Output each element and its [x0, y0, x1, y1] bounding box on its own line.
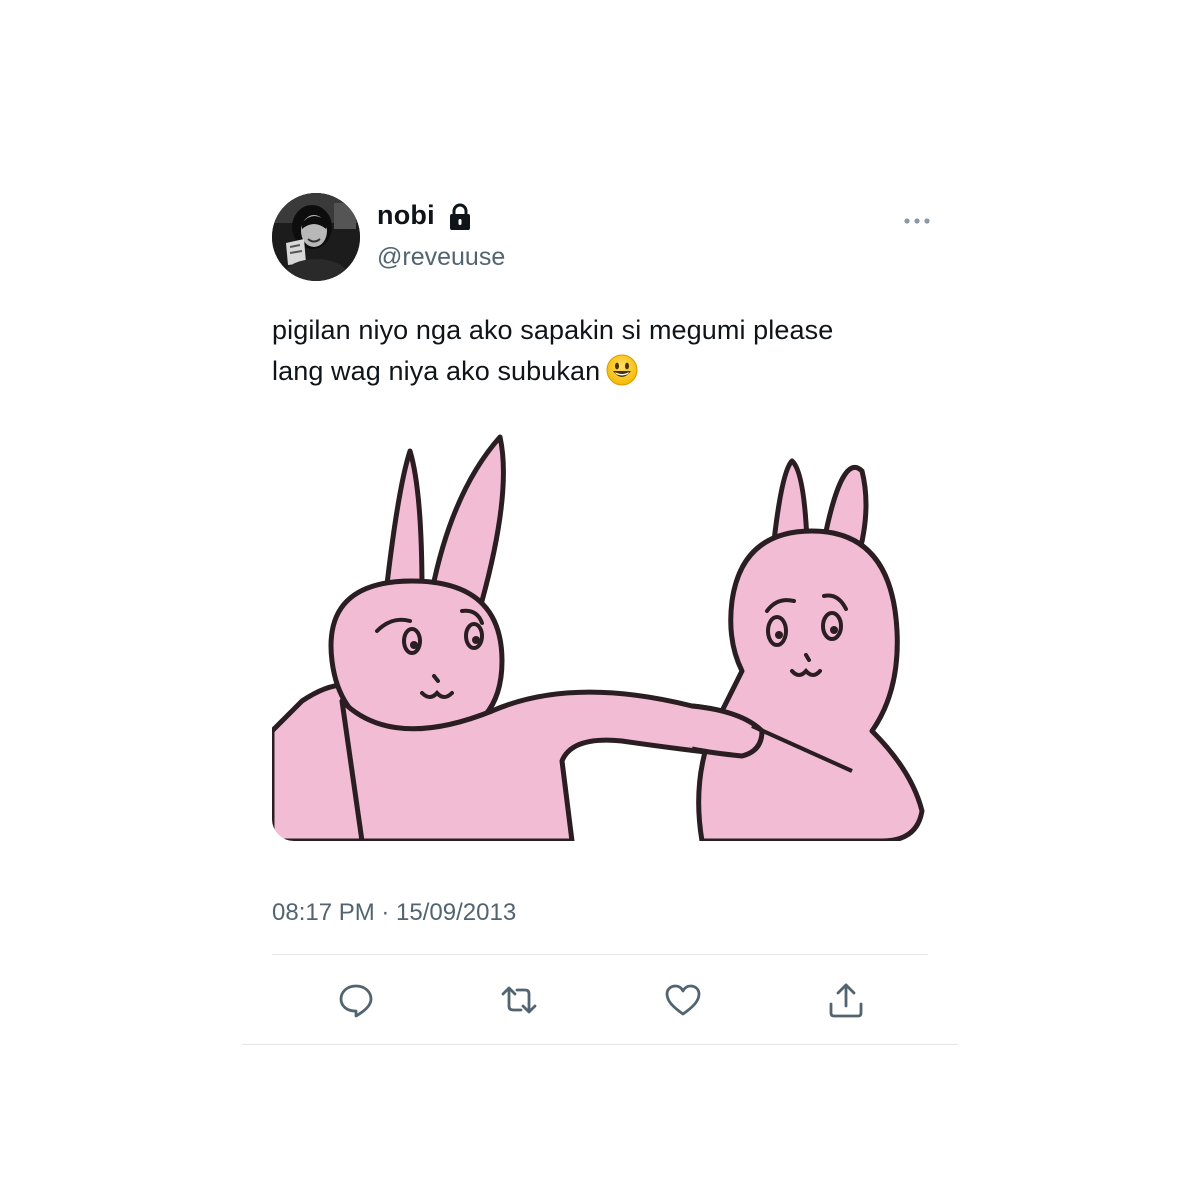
retweet-icon[interactable] [499, 980, 539, 1020]
pink-bunny-meme-image-icon [272, 431, 928, 841]
like-icon[interactable] [663, 980, 703, 1020]
smiling-face-emoji-icon [606, 354, 638, 386]
tweet-text: pigilan niyo nga ako sapakin si megumi p… [272, 310, 932, 392]
reply-icon[interactable] [336, 980, 376, 1020]
tweet-text-line1: pigilan niyo nga ako sapakin si megumi p… [272, 315, 834, 345]
user-handle[interactable]: @reveuuse [377, 243, 505, 272]
divider [242, 1044, 958, 1045]
more-options-icon[interactable] [903, 212, 931, 230]
tweet-media-image[interactable] [272, 431, 928, 841]
lock-icon [448, 203, 472, 231]
display-name[interactable]: nobi [377, 200, 435, 231]
tweet-card: nobi @reveuuse pigilan niyo nga ako sapa… [0, 0, 1200, 1200]
tweet-timestamp[interactable]: 08:17 PM · 15/09/2013 [272, 899, 516, 927]
avatar[interactable] [272, 193, 360, 281]
divider [272, 954, 928, 955]
tweet-text-line2: lang wag niya ako subukan [272, 356, 601, 386]
share-icon[interactable] [826, 980, 866, 1020]
action-bar [272, 980, 928, 1024]
